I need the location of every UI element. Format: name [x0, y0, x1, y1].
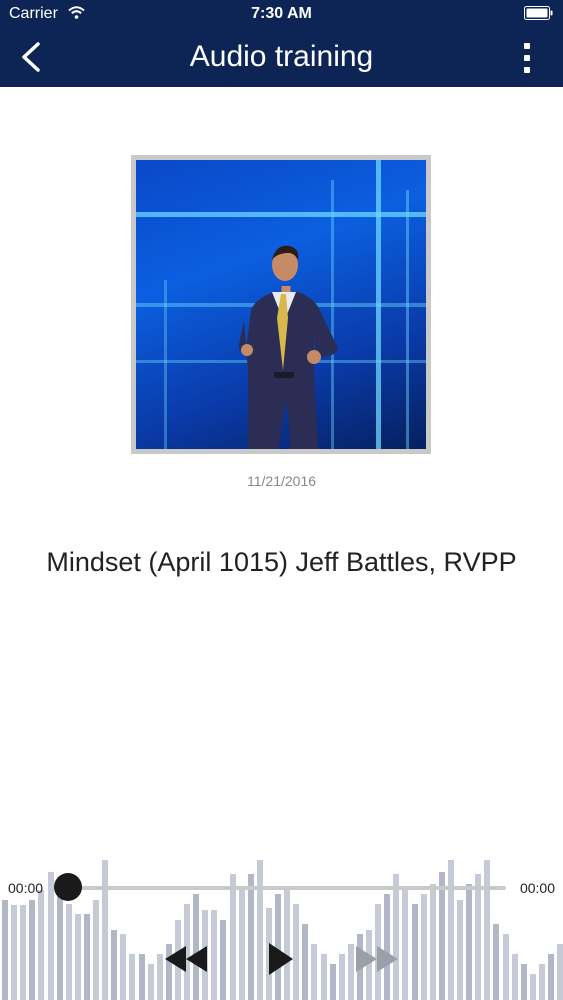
- waveform-bar: [520, 964, 527, 1000]
- play-button[interactable]: [266, 940, 296, 978]
- waveform-bar: [311, 944, 318, 1000]
- waveform-bar: [538, 964, 545, 1000]
- waveform-bar: [138, 954, 145, 1000]
- waveform-bar: [56, 890, 63, 1000]
- rewind-icon: [165, 946, 207, 972]
- waveform-bar: [247, 874, 254, 1000]
- track-date: 11/21/2016: [246, 473, 317, 489]
- waveform-bar: [502, 934, 509, 1000]
- play-icon: [269, 943, 293, 975]
- waveform-bar: [475, 874, 482, 1000]
- waveform-bar: [47, 872, 54, 1000]
- waveform-bar: [338, 954, 345, 1000]
- waveform-bar: [256, 860, 263, 1000]
- waveform-bar: [457, 900, 463, 1000]
- fast-forward-icon: [356, 946, 398, 972]
- more-options-button[interactable]: [517, 41, 537, 77]
- waveform-bar: [320, 954, 327, 1000]
- fast-forward-button[interactable]: [354, 940, 400, 978]
- speaker-photo: [238, 245, 338, 449]
- waveform-bar: [220, 920, 227, 1000]
- waveform-bar: [402, 890, 409, 1000]
- waveform-bar: [511, 954, 518, 1000]
- waveform-bar: [548, 954, 554, 1000]
- waveform-bar: [65, 904, 72, 1000]
- waveform-bar: [429, 884, 436, 1000]
- waveform-bar: [102, 860, 109, 1000]
- remaining-time: 00:00: [519, 880, 555, 896]
- waveform-bar: [557, 944, 563, 1000]
- waveform-bar: [74, 914, 81, 1000]
- waveform-bar: [93, 900, 99, 1000]
- track-artwork: [131, 155, 431, 454]
- waveform-bar: [2, 900, 8, 1000]
- waveform-bar: [238, 890, 245, 1000]
- waveform-bar: [11, 905, 18, 1000]
- waveform-bar: [447, 860, 454, 1000]
- elapsed-time: 00:00: [8, 880, 44, 896]
- waveform-bar: [211, 910, 218, 1000]
- waveform-bar: [129, 954, 136, 1000]
- rewind-button[interactable]: [163, 940, 209, 978]
- progress-slider[interactable]: [60, 886, 506, 890]
- waveform-bar: [83, 914, 90, 1000]
- waveform-bar: [156, 954, 163, 1000]
- waveform-bar: [120, 934, 127, 1000]
- waveform-bar: [420, 894, 427, 1000]
- waveform-background: [0, 860, 563, 1000]
- waveform-bar: [38, 890, 45, 1000]
- waveform-bar: [484, 860, 491, 1000]
- waveform-bar: [438, 872, 445, 1000]
- waveform-bar: [229, 874, 236, 1000]
- waveform-bar: [393, 874, 400, 1000]
- waveform-bar: [493, 924, 500, 1000]
- waveform-bar: [147, 964, 154, 1000]
- progress-thumb[interactable]: [54, 873, 82, 901]
- waveform-bar: [302, 924, 309, 1000]
- waveform-bar: [20, 905, 27, 1000]
- waveform-bar: [329, 964, 336, 1000]
- waveform-bar: [529, 974, 536, 1000]
- navigation-bar: Carrier 7:30 AM Audio training: [0, 0, 563, 87]
- waveform-bar: [111, 930, 118, 1000]
- waveform-bar: [347, 944, 354, 1000]
- status-bar: Carrier 7:30 AM: [0, 0, 563, 28]
- waveform-bar: [29, 900, 36, 1000]
- page-title: Audio training: [189, 40, 374, 73]
- waveform-bar: [411, 904, 418, 1000]
- track-title: Mindset (April 1015) Jeff Battles, RVPP: [46, 547, 517, 577]
- battery-icon: [524, 6, 554, 25]
- clock: 7:30 AM: [251, 5, 312, 22]
- waveform-bar: [466, 884, 473, 1000]
